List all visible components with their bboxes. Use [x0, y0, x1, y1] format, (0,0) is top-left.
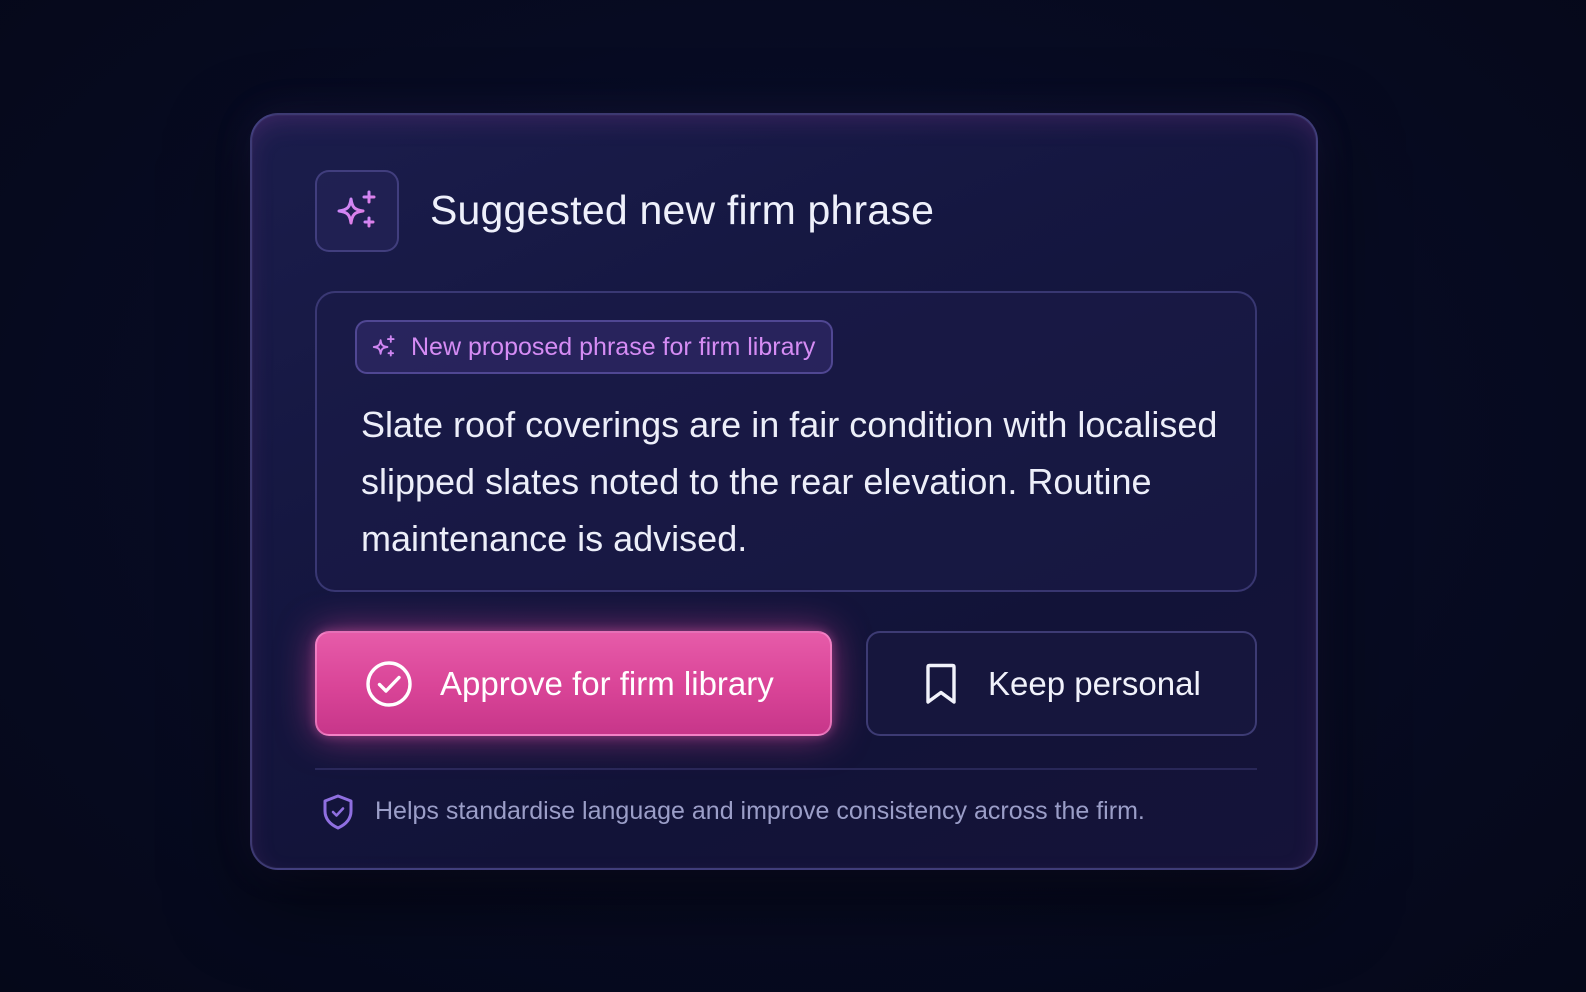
- footer-divider: [315, 768, 1257, 770]
- card-title: Suggested new firm phrase: [430, 187, 935, 233]
- check-circle-icon: [364, 659, 414, 709]
- sparkles-icon: [371, 334, 397, 360]
- approve-button-label: Approve for firm library: [440, 664, 774, 702]
- shield-check-icon: [321, 793, 355, 831]
- sparkles-icon-svg: [337, 190, 376, 228]
- bookmark-icon: [923, 663, 959, 705]
- phrase-panel: New proposed phrase for firm library Sla…: [315, 291, 1257, 592]
- proposed-phrase-badge: New proposed phrase for firm library: [355, 320, 834, 374]
- footer-note: Helps standardise language and improve c…: [375, 797, 1145, 825]
- keep-personal-button-label: Keep personal: [988, 664, 1201, 702]
- approve-for-firm-library-button[interactable]: Approve for firm library: [315, 631, 832, 736]
- proposed-phrase-badge-label: New proposed phrase for firm library: [411, 332, 816, 361]
- proposed-phrase-text: Slate roof coverings are in fair conditi…: [361, 404, 1218, 559]
- keep-personal-button[interactable]: Keep personal: [866, 631, 1257, 736]
- suggestion-card: Suggested new firm phrase New proposed p…: [250, 113, 1318, 870]
- sparkles-icon: [315, 170, 399, 252]
